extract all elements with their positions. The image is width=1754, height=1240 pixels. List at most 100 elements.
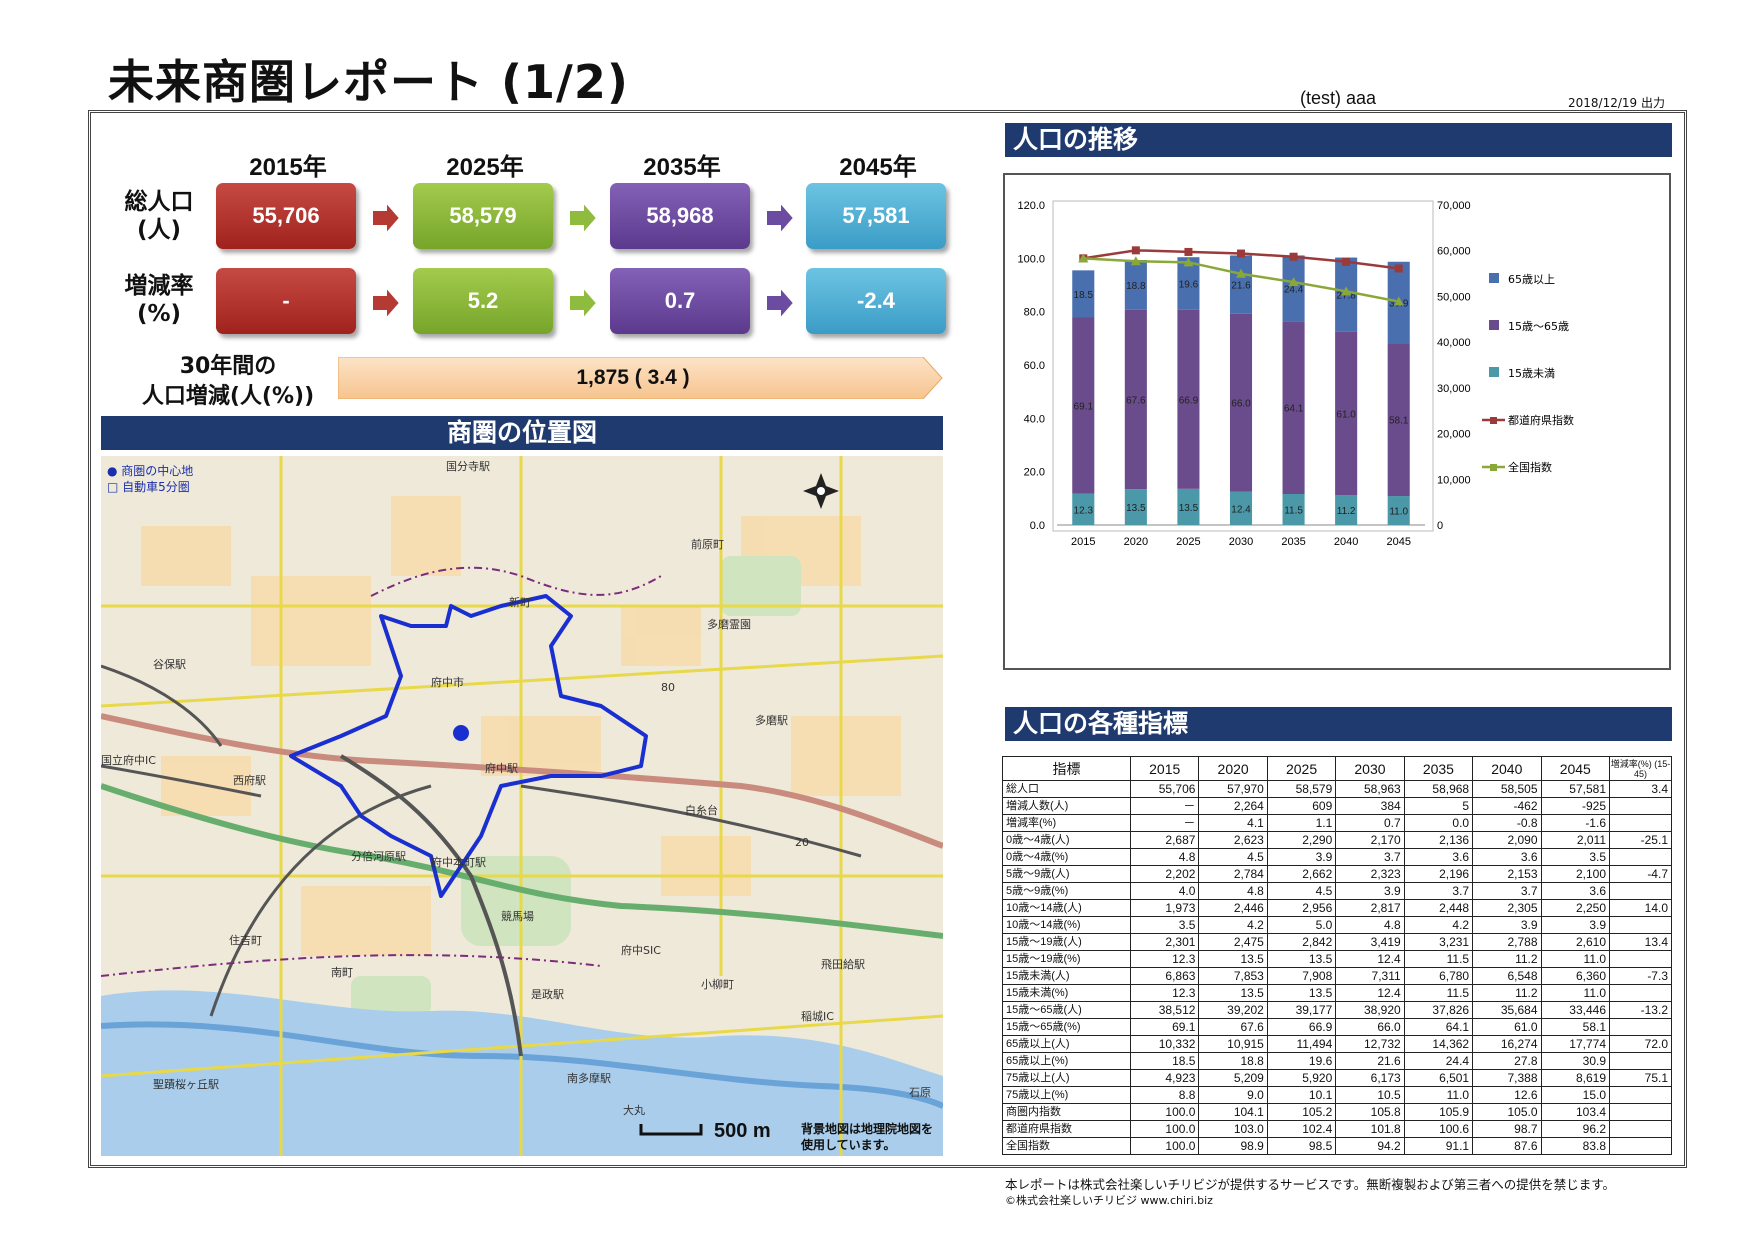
map-label: 南多摩駅: [567, 1072, 611, 1085]
table-cell: 2,610: [1540, 933, 1611, 951]
table-cell: 87.6: [1472, 1137, 1542, 1155]
table-cell: 2,446: [1198, 899, 1268, 917]
legend-swatch: [1489, 367, 1499, 377]
table-row: 65歳以上(%) 18.5 18.8 19.6 21.6 24.4 27.8 30.9: [1002, 1052, 1672, 1070]
table-cell: 105.0: [1472, 1103, 1542, 1121]
table-cell: 100.6: [1403, 1120, 1474, 1138]
row-label: 10歳～14歳(%): [1002, 916, 1131, 934]
row-label: 増減率(%): [1002, 814, 1131, 832]
table-cell: -462: [1472, 797, 1542, 815]
table-cell: 11.5: [1403, 950, 1474, 968]
data-label: 18.5: [1074, 290, 1094, 301]
table-cell: 7,311: [1335, 967, 1405, 985]
table-cell: 4.2: [1198, 916, 1268, 934]
table-cell: 12.3: [1129, 950, 1200, 968]
x-tick-label: 2040: [1334, 536, 1358, 548]
table-cell: 2,662: [1266, 865, 1337, 883]
data-label: 13.5: [1126, 503, 1146, 514]
table-cell: －: [1129, 797, 1200, 815]
row-label: 15歳未満(%): [1002, 984, 1131, 1002]
series-marker: [1289, 252, 1298, 261]
row-label: 65歳以上(人): [1002, 1035, 1131, 1053]
issued-date: 2018/12/19 出力: [1568, 96, 1665, 110]
table-cell: 2,202: [1129, 865, 1200, 883]
table-cell: 3.6: [1403, 848, 1474, 866]
table-cell: [1609, 1018, 1672, 1036]
y-right-tick-label: 50,000: [1437, 291, 1471, 303]
row-label: 65歳以上(%): [1002, 1052, 1131, 1070]
data-label: 12.3: [1074, 505, 1094, 516]
footer-notice: 本レポートは株式会社楽しいチリビジが提供するサービスです。無断複製および第三者へ…: [1005, 1177, 1616, 1192]
year-label: 2045年: [839, 154, 917, 181]
table-cell: 12,732: [1335, 1035, 1405, 1053]
table-cell: 24.4: [1403, 1052, 1474, 1070]
table-cell: 0.7: [1335, 814, 1405, 832]
row-label: 0歳～4歳(%): [1002, 848, 1131, 866]
table-cell: 58,579: [1266, 780, 1337, 798]
table-cell: 3.9: [1335, 882, 1405, 900]
table-row: 10歳～14歳(人) 1,973 2,446 2,956 2,817 2,448 2,305…: [1002, 899, 1672, 917]
row-label: 15歳未満(人): [1002, 967, 1131, 985]
y-right-tick-label: 60,000: [1437, 246, 1471, 258]
series-marker: [1131, 246, 1140, 255]
table-cell: 2,842: [1266, 933, 1337, 951]
data-label: 66.9: [1179, 395, 1199, 406]
table-cell: 11,494: [1266, 1035, 1337, 1053]
table-cell: -4.7: [1609, 865, 1672, 883]
table-cell: [1609, 848, 1672, 866]
table-cell: -25.1: [1609, 831, 1672, 849]
x-tick-label: 2025: [1176, 536, 1200, 548]
table-cell: 5: [1403, 797, 1474, 815]
table-cell: 7,388: [1472, 1069, 1542, 1087]
table-cell: -0.8: [1472, 814, 1542, 832]
population-chart-title: 人口の推移: [1005, 123, 1672, 157]
table-row: 5歳～9歳(人) 2,202 2,784 2,662 2,323 2,196 2,153 2,…: [1002, 865, 1672, 883]
table-cell: 100.0: [1129, 1120, 1200, 1138]
data-label: 11.0: [1389, 507, 1408, 518]
column-header: 指標: [1002, 756, 1131, 781]
population-box-2015: 55,706: [216, 183, 356, 249]
data-label: 67.6: [1126, 396, 1146, 407]
arrow-right-icon: [765, 200, 796, 236]
year-label: 2015年: [249, 154, 327, 181]
table-cell: 100.0: [1129, 1137, 1200, 1155]
map-scale: 500 m: [714, 1120, 771, 1142]
map-label: 石原: [909, 1086, 931, 1099]
y-left-tick-label: 60.0: [1024, 360, 1045, 372]
table-cell: 384: [1335, 797, 1405, 815]
data-label: 66.0: [1231, 399, 1251, 410]
table-cell: 27.8: [1472, 1052, 1542, 1070]
table-cell: 3.9: [1266, 848, 1337, 866]
table-cell: 2,305: [1472, 899, 1542, 917]
table-cell: 6,360: [1540, 967, 1611, 985]
column-header: 2030: [1335, 756, 1405, 781]
table-row: 75歳以上(人) 4,923 5,209 5,920 6,173 6,501 7,388 8,…: [1002, 1069, 1672, 1087]
data-label: 64.1: [1284, 404, 1304, 415]
table-cell: [1609, 1103, 1672, 1121]
table-cell: 2,448: [1403, 899, 1474, 917]
table-cell: 11.0: [1403, 1086, 1474, 1104]
map-label: 小柳町: [701, 978, 734, 991]
indicators-table: 指標 2015 2020 2025 2030 2035 2040 2045 増減率(%) (15…: [1002, 756, 1672, 1155]
y-left-tick-label: 20.0: [1024, 467, 1045, 479]
table-cell: 2,011: [1540, 831, 1611, 849]
trade-area-map[interactable]: ● 商圏の中心地 □ 自動車5分圏 国分寺駅 前原町 新町 多磨霊園 谷保駅 府…: [101, 456, 943, 1156]
table-cell: 2,784: [1198, 865, 1268, 883]
table-cell: 35,684: [1472, 1001, 1542, 1019]
table-cell: 3.7: [1472, 882, 1542, 900]
table-cell: 3.5: [1129, 916, 1200, 934]
table-cell: [1609, 882, 1672, 900]
span-label-line1: 30年間の: [179, 354, 277, 379]
table-cell: 4.5: [1266, 882, 1337, 900]
y-left-tick-label: 120.0: [1017, 200, 1045, 212]
map-label: 谷保駅: [153, 658, 186, 671]
column-header: 2020: [1198, 756, 1268, 781]
table-cell: 39,202: [1198, 1001, 1268, 1019]
series-marker: [1184, 247, 1193, 256]
table-cell: 69.1: [1129, 1018, 1200, 1036]
table-cell: －: [1129, 814, 1200, 832]
table-cell: 5.0: [1266, 916, 1337, 934]
rate-box-2035: 0.7: [610, 268, 750, 334]
map-label: 新町: [509, 596, 531, 609]
table-cell: [1609, 1052, 1672, 1070]
